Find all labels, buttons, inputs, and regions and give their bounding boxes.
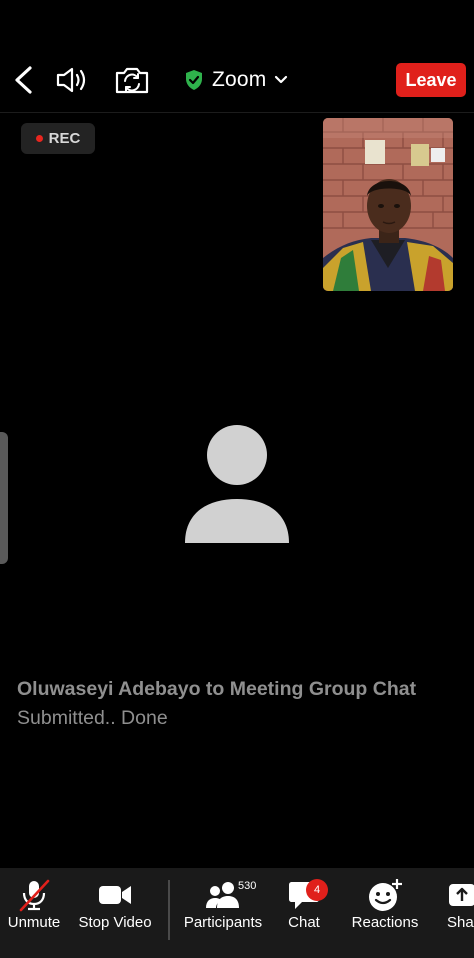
meeting-title-dropdown[interactable]: Zoom — [184, 64, 288, 96]
reactions-button[interactable]: Reactions — [349, 868, 421, 948]
participants-count: 530 — [238, 880, 257, 892]
chevron-down-icon — [275, 75, 288, 84]
stop-video-label: Stop Video — [78, 914, 152, 931]
leave-button[interactable]: Leave — [396, 63, 466, 97]
participants-label: Participants — [183, 914, 263, 931]
reactions-label: Reactions — [351, 914, 419, 931]
recording-label: REC — [48, 130, 81, 147]
chat-label: Chat — [288, 914, 320, 931]
recording-dot-icon — [35, 135, 43, 142]
share-button[interactable]: Shar — [444, 868, 474, 948]
camera-switch-button[interactable] — [112, 62, 152, 98]
person-placeholder-icon — [185, 425, 289, 543]
recording-badge: REC — [21, 123, 95, 154]
microphone-muted-icon — [19, 879, 50, 912]
chat-notification-sender: Oluwaseyi Adebayo to Meeting Group Chat — [17, 678, 417, 700]
self-video-thumbnail[interactable] — [323, 118, 453, 291]
speaker-button[interactable] — [52, 62, 92, 98]
shield-check-icon — [186, 70, 202, 90]
participant-avatar — [183, 425, 291, 545]
meeting-screen: Zoom Leave REC Oluwaseyi Adebayo to Meet… — [0, 0, 474, 958]
video-camera-icon — [99, 886, 131, 904]
participants-icon — [206, 882, 239, 908]
unmute-button[interactable]: Unmute — [4, 868, 64, 948]
share-label: Shar — [447, 914, 474, 931]
unmute-label: Unmute — [7, 914, 61, 931]
chat-unread-badge: 4 — [306, 879, 328, 901]
top-bar: Zoom Leave — [0, 0, 474, 113]
reaction-smiley-icon — [369, 879, 402, 911]
camera-switch-icon — [115, 67, 149, 94]
chevron-left-icon — [15, 66, 32, 94]
meeting-toolbar: Unmute Stop Video Participants Chat Reac… — [0, 868, 474, 958]
self-video-feed — [323, 118, 453, 291]
back-button[interactable] — [6, 62, 40, 98]
speaker-icon — [56, 67, 86, 93]
side-panel-handle[interactable] — [0, 432, 8, 564]
share-icon — [449, 884, 474, 906]
stop-video-button[interactable]: Stop Video — [76, 868, 154, 948]
meeting-title: Zoom — [212, 68, 267, 91]
toolbar-divider — [168, 880, 170, 940]
chat-notification-message: Submitted.. Done — [17, 707, 168, 729]
